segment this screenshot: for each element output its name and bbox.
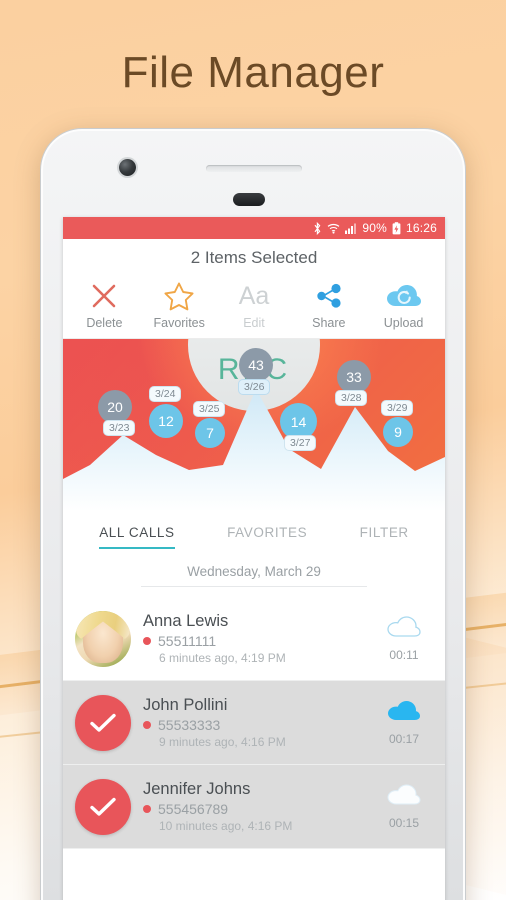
- star-icon: [163, 279, 195, 313]
- cloud-filled-icon[interactable]: [386, 699, 422, 728]
- delete-label: Delete: [86, 316, 123, 330]
- list-item[interactable]: Anna Lewis 55511111 6 minutes ago, 4:19 …: [63, 597, 445, 681]
- list-bottom-strip: [63, 849, 445, 859]
- selection-title: 2 Items Selected: [63, 239, 445, 277]
- call-status: 00:15: [375, 783, 433, 830]
- chart-point-value-1: 12: [158, 413, 174, 429]
- call-details: Anna Lewis 55511111 6 minutes ago, 4:19 …: [143, 612, 363, 665]
- call-duration: 00:15: [388, 816, 420, 830]
- date-header-label: Wednesday, March 29: [141, 564, 367, 587]
- contact-number-row: 555456789: [143, 801, 363, 817]
- call-list: Anna Lewis 55511111 6 minutes ago, 4:19 …: [63, 597, 445, 859]
- edit-button[interactable]: Aa Edit: [217, 279, 292, 330]
- delete-button[interactable]: Delete: [67, 279, 142, 330]
- call-time: 6 minutes ago, 4:19 PM: [159, 651, 286, 665]
- phone-mockup: 90% 16:26 2 Items Selected Delete Favori…: [40, 128, 466, 900]
- call-type-dot-icon: [143, 721, 151, 729]
- call-time: 9 minutes ago, 4:16 PM: [159, 735, 286, 749]
- chart-point-label-0: 3/23: [103, 420, 136, 436]
- favorites-button[interactable]: Favorites: [142, 279, 217, 330]
- list-item[interactable]: Jennifer Johns 555456789 10 minutes ago,…: [63, 765, 445, 849]
- chart-point-value-6: 9: [394, 424, 402, 440]
- phone-top-bezel: [41, 129, 465, 217]
- call-status: 00:17: [375, 699, 433, 746]
- check-selected-icon[interactable]: [75, 694, 131, 751]
- favorites-label: Favorites: [153, 316, 205, 330]
- date-header: Wednesday, March 29: [63, 549, 445, 597]
- list-item[interactable]: John Pollini 55533333 9 minutes ago, 4:1…: [63, 681, 445, 765]
- proximity-sensor: [233, 193, 265, 206]
- chart-point-label-2: 3/25: [193, 401, 226, 417]
- upload-button[interactable]: Upload: [366, 279, 441, 330]
- earpiece-speaker: [206, 165, 302, 172]
- tab-all-calls[interactable]: ALL CALLS: [99, 525, 175, 549]
- chart-point-value-4: 14: [290, 413, 307, 430]
- chart-point-value-2: 7: [206, 425, 214, 441]
- chart-point-6: 9: [383, 417, 413, 447]
- chart-point-2: 7: [195, 418, 225, 448]
- battery-charging-icon: [392, 221, 401, 235]
- tab-filter[interactable]: FILTER: [360, 525, 409, 549]
- share-dots-icon: [314, 279, 344, 313]
- chart-point-3: 43: [239, 348, 273, 382]
- signal-icon: [345, 223, 357, 234]
- call-status: 00:11: [375, 615, 433, 662]
- tab-favorites[interactable]: FAVORITES: [227, 525, 307, 549]
- chart-point-value-0: 20: [107, 399, 123, 415]
- chart-point-label-1: 3/24: [149, 386, 182, 402]
- phone-screen: 90% 16:26 2 Items Selected Delete Favori…: [63, 217, 445, 900]
- cloud-light-icon[interactable]: [386, 783, 422, 812]
- cloud-upload-icon: [385, 279, 423, 313]
- call-duration: 00:17: [388, 732, 420, 746]
- cloud-outline-icon[interactable]: [386, 615, 422, 644]
- chart-point-label-3: 3/26: [238, 379, 271, 395]
- contact-name: Anna Lewis: [143, 612, 229, 630]
- contact-name: John Pollini: [143, 696, 228, 714]
- chart-point-label-4: 3/27: [284, 435, 317, 451]
- call-details: Jennifer Johns 555456789 10 minutes ago,…: [143, 780, 363, 833]
- front-camera-icon: [119, 159, 136, 176]
- avatar[interactable]: [75, 610, 131, 667]
- battery-percent-label: 90%: [362, 221, 387, 235]
- call-duration: 00:11: [389, 648, 419, 662]
- chart-point-value-5: 33: [346, 369, 362, 385]
- contact-number: 55511111: [158, 633, 217, 649]
- edit-label: Edit: [243, 316, 265, 330]
- chart-point-label-6: 3/29: [381, 400, 414, 416]
- call-type-dot-icon: [143, 805, 151, 813]
- chart-point-value-3: 43: [248, 357, 264, 373]
- contact-number: 555456789: [158, 801, 229, 817]
- chart-point-label-5: 3/28: [335, 390, 368, 406]
- action-toolbar: Delete Favorites Aa Edit Share Upload: [63, 277, 445, 339]
- call-time: 10 minutes ago, 4:16 PM: [159, 819, 293, 833]
- contact-number-row: 55511111: [143, 633, 363, 649]
- share-button[interactable]: Share: [291, 279, 366, 330]
- contact-number: 55533333: [158, 717, 221, 733]
- contact-number-row: 55533333: [143, 717, 363, 733]
- text-aa-icon: Aa: [238, 281, 270, 310]
- call-details: John Pollini 55533333 9 minutes ago, 4:1…: [143, 696, 363, 749]
- check-selected-icon[interactable]: [75, 778, 131, 835]
- chart-point-0: 20: [98, 390, 132, 424]
- chart-point-1: 12: [149, 404, 183, 438]
- close-x-icon: [90, 279, 118, 313]
- status-bar: 90% 16:26: [63, 217, 445, 239]
- calls-tabs: ALL CALLS FAVORITES FILTER: [63, 511, 445, 549]
- wifi-icon: [327, 223, 340, 234]
- upload-label: Upload: [383, 316, 424, 330]
- status-bar-clock: 16:26: [405, 221, 437, 235]
- share-label: Share: [312, 316, 346, 330]
- contact-name: Jennifer Johns: [143, 780, 251, 798]
- calls-area-chart: REC 20 3/23 12 3/24: [63, 339, 445, 511]
- bluetooth-icon: [313, 221, 322, 235]
- call-type-dot-icon: [143, 637, 151, 645]
- chart-point-5: 33: [337, 360, 371, 394]
- page-title: File Manager: [121, 48, 385, 97]
